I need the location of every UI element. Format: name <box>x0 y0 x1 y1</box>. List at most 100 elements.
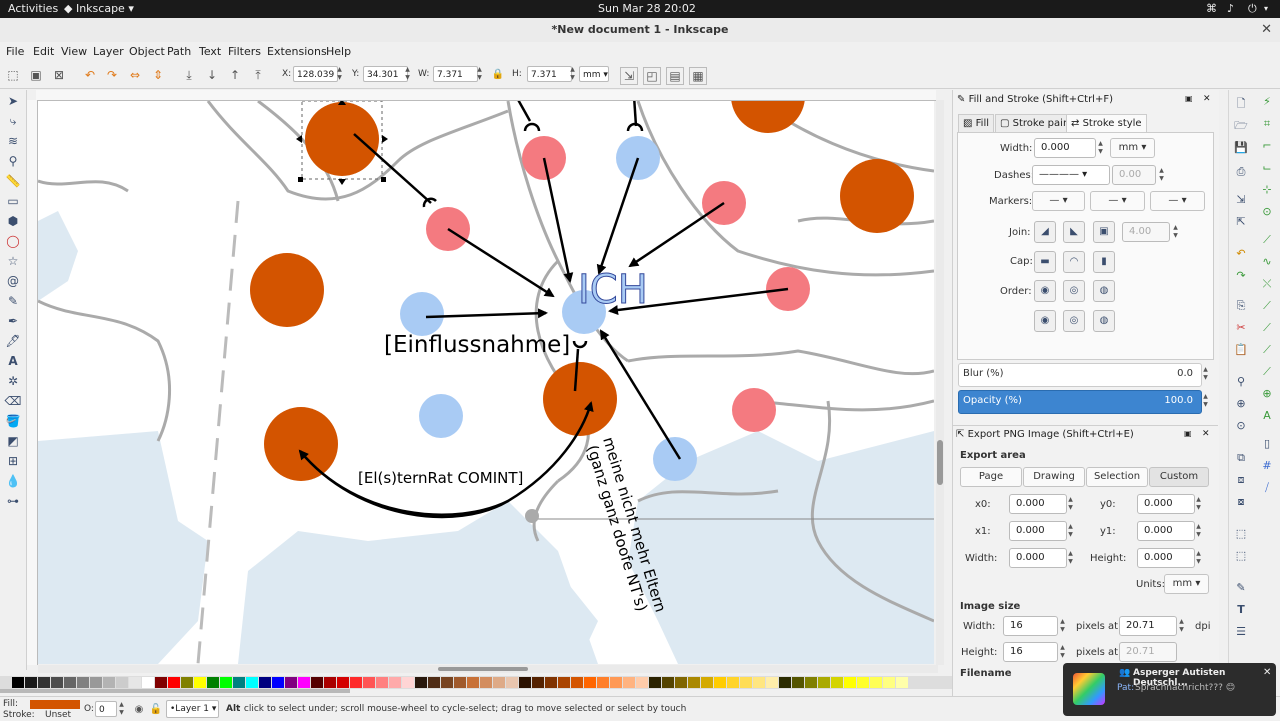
palette-swatch[interactable] <box>779 677 791 688</box>
snap-grid-icon[interactable]: # <box>1259 458 1275 474</box>
palette-swatch[interactable] <box>558 677 570 688</box>
tweak-tool-icon[interactable]: ≋ <box>4 133 22 149</box>
palette-swatch[interactable] <box>545 677 557 688</box>
text-tool-icon[interactable]: A <box>4 353 22 369</box>
new-document-icon[interactable]: 🗋 <box>1233 96 1249 112</box>
palette-swatch[interactable] <box>766 677 778 688</box>
y-spinner[interactable]: ▲ ▼ <box>403 66 412 82</box>
zoom-selection-icon[interactable]: ⚲ <box>1233 374 1249 390</box>
order-fill-stroke-markers-icon[interactable]: ◉ <box>1034 280 1056 302</box>
horizontal-scroll-thumb[interactable] <box>438 667 528 671</box>
snap-toggle-icon[interactable]: ⚡ <box>1259 94 1275 110</box>
palette-swatch[interactable] <box>38 677 50 688</box>
orange-circle[interactable] <box>543 362 617 436</box>
rectangle-tool-icon[interactable]: ▭ <box>4 193 22 209</box>
palette-swatch[interactable] <box>649 677 661 688</box>
print-icon[interactable]: ⎙ <box>1233 164 1249 180</box>
system-menu-chevron-icon[interactable]: ▾ <box>1264 4 1268 13</box>
star-tool-icon[interactable]: ☆ <box>4 253 22 269</box>
opacity-spinner-dock[interactable]: ▲ ▼ <box>1201 393 1210 409</box>
snap-midpoint-icon[interactable]: ⟋ <box>1259 342 1275 358</box>
dpi-input-2[interactable]: 20.71 <box>1119 642 1177 662</box>
lock-layer-icon[interactable]: 🔓 <box>148 702 164 718</box>
menu-view[interactable]: View <box>61 45 87 58</box>
palette-swatch[interactable] <box>701 677 713 688</box>
palette-swatch[interactable] <box>818 677 830 688</box>
orange-circle[interactable] <box>250 253 324 327</box>
spray-tool-icon[interactable]: ✲ <box>4 373 22 389</box>
menu-text[interactable]: Text <box>199 45 221 58</box>
export-units-select[interactable]: mm ▾ <box>1164 574 1209 594</box>
palette-swatch[interactable] <box>831 677 843 688</box>
palette-swatch[interactable] <box>298 677 310 688</box>
opacity-spinner[interactable]: ▲ ▼ <box>117 701 126 717</box>
ungroup-icon[interactable]: ⬚ <box>1233 548 1249 564</box>
ich-text[interactable]: ICH <box>578 267 649 314</box>
orange-circle[interactable] <box>840 159 914 233</box>
snap-bbox-midpoint-icon[interactable]: ⊹ <box>1259 182 1275 198</box>
notification-popup[interactable]: 👥 Asperger Autisten Deutschl... ✕ Pat: S… <box>1063 663 1276 716</box>
measure-tool-icon[interactable]: 📏 <box>4 173 22 189</box>
palette-swatch[interactable] <box>220 677 232 688</box>
palette-swatch[interactable] <box>610 677 622 688</box>
blue-circle[interactable] <box>653 437 697 481</box>
area-height-spinner[interactable]: ▲ ▼ <box>1194 550 1203 566</box>
scale-stroke-icon[interactable]: ⇲ <box>620 67 638 85</box>
dialog-close-icon[interactable]: ✕ <box>1203 94 1211 104</box>
palette-swatch[interactable] <box>324 677 336 688</box>
join-bevel-icon[interactable]: ◢ <box>1034 221 1056 243</box>
stroke-value[interactable]: Unset <box>45 710 71 720</box>
duplicate-icon[interactable]: ⧉ <box>1233 450 1249 466</box>
group-icon[interactable]: ⬚ <box>1233 526 1249 542</box>
area-height-input[interactable]: 0.000 <box>1137 548 1195 568</box>
eraser-tool-icon[interactable]: ⌫ <box>4 393 22 409</box>
palette-swatch[interactable] <box>376 677 388 688</box>
x-input[interactable]: 128.039 <box>293 66 338 82</box>
pen-tool-icon[interactable]: ✒ <box>4 313 22 329</box>
palette-swatch[interactable] <box>870 677 882 688</box>
img-height-spinner[interactable]: ▲ ▼ <box>1058 644 1067 660</box>
cap-round-icon[interactable]: ◠ <box>1063 251 1085 273</box>
paint-bucket-tool-icon[interactable]: 🪣 <box>4 413 22 429</box>
img-width-input[interactable]: 16 <box>1003 616 1058 636</box>
palette-swatch[interactable] <box>636 677 648 688</box>
zoom-drawing-icon[interactable]: ⊕ <box>1233 396 1249 412</box>
zoom-page-icon[interactable]: ⊙ <box>1233 418 1249 434</box>
copy-icon[interactable]: ⎘ <box>1233 298 1249 314</box>
spiral-tool-icon[interactable]: @ <box>4 273 22 289</box>
snap-bbox-edge-icon[interactable]: ⌐ <box>1259 138 1275 154</box>
palette-swatch[interactable] <box>740 677 752 688</box>
select-all-icon[interactable]: ⬚ <box>5 67 21 83</box>
palette-swatch[interactable] <box>194 677 206 688</box>
dropper-tool-icon[interactable]: 💧 <box>4 473 22 489</box>
snap-rotation-center-icon[interactable]: ⊕ <box>1259 386 1275 402</box>
palette-swatch[interactable] <box>181 677 193 688</box>
clone-icon[interactable]: ⧈ <box>1233 472 1249 488</box>
snap-bbox-icon[interactable]: ⌗ <box>1259 116 1275 132</box>
activities-button[interactable]: Activities <box>8 2 58 15</box>
palette-swatch[interactable] <box>623 677 635 688</box>
export-selection-button[interactable]: Selection <box>1086 467 1148 487</box>
snap-paths-icon[interactable]: ∿ <box>1259 254 1275 270</box>
red-circle[interactable] <box>426 207 470 251</box>
text-font-icon[interactable]: T <box>1233 602 1249 618</box>
order-markers-stroke-fill-icon[interactable]: ◍ <box>1093 310 1115 332</box>
deselect-icon[interactable]: ⊠ <box>51 67 67 83</box>
notification-close-icon[interactable]: ✕ <box>1263 667 1271 678</box>
x-spinner[interactable]: ▲ ▼ <box>335 66 344 82</box>
palette-swatch[interactable] <box>103 677 115 688</box>
palette-swatch[interactable] <box>857 677 869 688</box>
dpi-input[interactable]: 20.71 <box>1119 616 1177 636</box>
connector-tool-icon[interactable]: ⊶ <box>4 493 22 509</box>
img-height-input[interactable]: 16 <box>1003 642 1058 662</box>
palette-swatch[interactable] <box>51 677 63 688</box>
w-spinner[interactable]: ▲ ▼ <box>475 66 484 82</box>
snap-cusp-icon[interactable]: ⟋ <box>1259 298 1275 314</box>
snap-guide-icon[interactable]: ⧸ <box>1259 480 1275 496</box>
dashes-offset-input[interactable]: 0.00 <box>1112 165 1156 185</box>
dashes-offset-spinner[interactable]: ▲ ▼ <box>1157 167 1166 183</box>
menu-object[interactable]: Object <box>129 45 165 58</box>
blur-spinner[interactable]: ▲ ▼ <box>1201 366 1210 382</box>
y1-input[interactable]: 0.000 <box>1137 521 1195 541</box>
palette-swatch[interactable] <box>896 677 908 688</box>
